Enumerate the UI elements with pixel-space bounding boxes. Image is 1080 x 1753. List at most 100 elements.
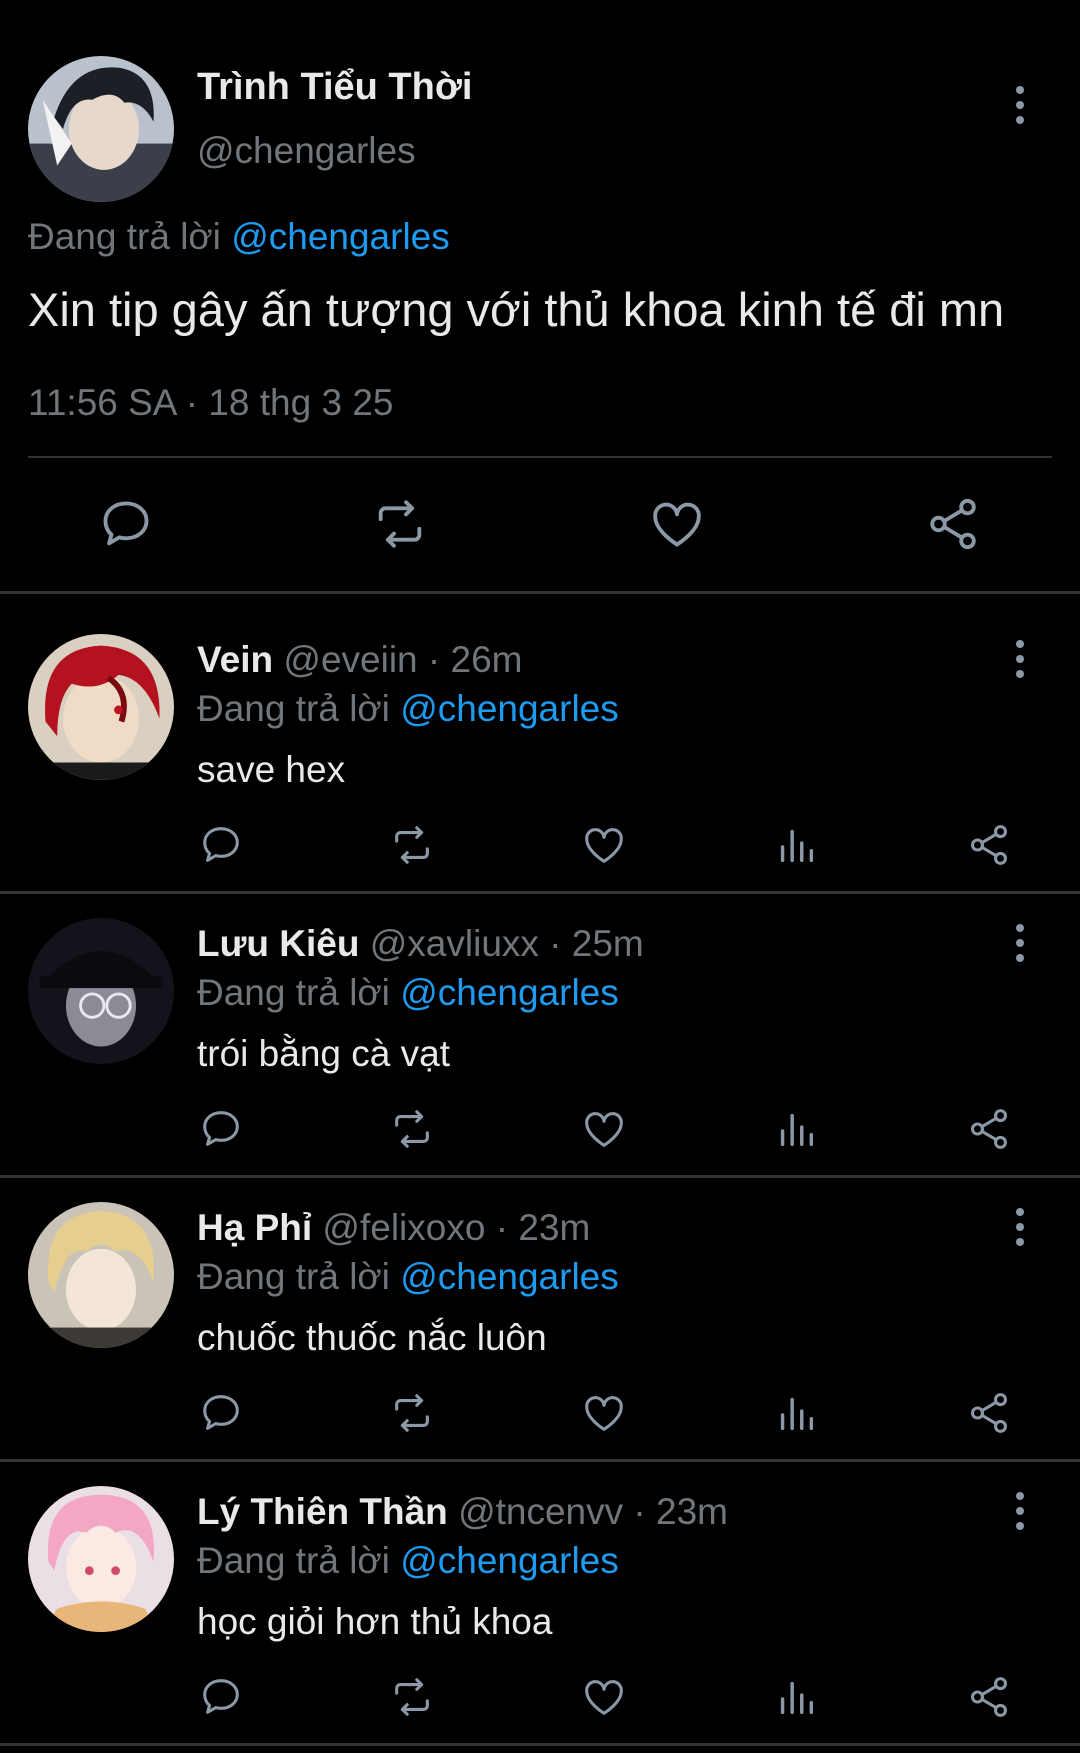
divider (0, 1743, 1080, 1746)
main-tweet: Trình Tiểu Thời @chengarles Đang trả lời… (0, 0, 1080, 590)
like-button[interactable] (581, 1390, 627, 1436)
reply-icon (203, 1395, 239, 1430)
more-options-icon[interactable] (1000, 80, 1040, 130)
reply-header: Lý Thiên Thần @tncenvv · 23m (197, 1491, 728, 1533)
views-button[interactable] (773, 1106, 819, 1152)
retweet-icon (395, 826, 429, 864)
views-button[interactable] (773, 822, 819, 868)
share-icon (970, 1677, 1008, 1717)
retweet-button[interactable] (389, 1106, 435, 1152)
reply-button[interactable] (97, 495, 155, 553)
replying-to-link[interactable]: @chengarles (400, 1540, 619, 1581)
replying-to-link[interactable]: @chengarles (400, 972, 619, 1013)
reply-button[interactable] (198, 1390, 244, 1436)
share-icon (970, 1109, 1008, 1149)
reply-tweet[interactable]: Lưu Kiêu @xavliuxx · 25m Đang trả lời @c… (0, 878, 1080, 1162)
retweet-button[interactable] (389, 1674, 435, 1720)
reply-text: save hex (197, 749, 346, 790)
reply-icon (103, 501, 149, 546)
retweet-button[interactable] (371, 495, 429, 553)
handle[interactable]: @tncenvv (458, 1491, 623, 1532)
retweet-button[interactable] (389, 1390, 435, 1436)
reply-text: học giỏi hơn thủ khoa (197, 1601, 553, 1642)
replying-to-link[interactable]: @chengarles (231, 216, 450, 257)
more-options-icon[interactable] (1000, 634, 1040, 684)
like-button[interactable] (581, 1674, 627, 1720)
tweet-text: Xin tip gây ấn tượng với thủ khoa kinh t… (28, 283, 1005, 336)
share-button[interactable] (924, 495, 982, 553)
views-icon (780, 1397, 814, 1431)
views-button[interactable] (773, 1674, 819, 1720)
replying-to-link[interactable]: @chengarles (400, 688, 619, 729)
views-icon (780, 1681, 814, 1715)
share-icon (970, 1393, 1008, 1433)
reply-text: trói bằng cà vạt (197, 1033, 450, 1074)
handle[interactable]: @chengarles (197, 130, 416, 172)
views-button[interactable] (773, 1390, 819, 1436)
reply-time[interactable]: · 26m (428, 639, 523, 680)
replying-to-link[interactable]: @chengarles (400, 1256, 619, 1297)
avatar[interactable] (28, 634, 174, 780)
like-icon (585, 1396, 623, 1431)
avatar[interactable] (28, 918, 174, 1064)
like-icon (585, 1112, 623, 1147)
display-name[interactable]: Lý Thiên Thần (197, 1491, 448, 1532)
reply-icon (203, 1111, 239, 1146)
reply-icon (203, 827, 239, 862)
replying-prefix: Đang trả lời (197, 1256, 390, 1297)
reply-button[interactable] (198, 1674, 244, 1720)
like-button[interactable] (581, 822, 627, 868)
reply-icon (203, 1679, 239, 1714)
reply-time[interactable]: · 25m (549, 923, 644, 964)
reply-tweet[interactable]: Vein @eveiin · 26m Đang trả lời @chengar… (0, 594, 1080, 878)
reply-header: Lưu Kiêu @xavliuxx · 25m (197, 923, 644, 965)
reply-button[interactable] (198, 822, 244, 868)
handle[interactable]: @felixoxo (322, 1207, 485, 1248)
views-icon (780, 1113, 814, 1147)
share-icon (930, 498, 976, 550)
replying-to: Đang trả lời @chengarles (197, 972, 619, 1014)
retweet-icon (395, 1394, 429, 1432)
more-options-icon[interactable] (1000, 1202, 1040, 1252)
share-button[interactable] (966, 1106, 1012, 1152)
reply-header: Vein @eveiin · 26m (197, 639, 522, 681)
avatar[interactable] (28, 1486, 174, 1632)
retweet-icon (395, 1110, 429, 1148)
display-name[interactable]: Vein (197, 639, 273, 680)
replying-prefix: Đang trả lời (28, 216, 221, 257)
retweet-icon (378, 500, 422, 548)
reply-text: chuốc thuốc nắc luôn (197, 1317, 547, 1358)
replying-prefix: Đang trả lời (197, 688, 390, 729)
handle[interactable]: @eveiin (283, 639, 417, 680)
share-button[interactable] (966, 1674, 1012, 1720)
more-options-icon[interactable] (1000, 918, 1040, 968)
like-icon (585, 828, 623, 863)
display-name[interactable]: Hạ Phỉ (197, 1207, 312, 1248)
tweet-timestamp[interactable]: 11:56 SA · 18 thg 3 25 (28, 382, 393, 424)
share-icon (970, 825, 1008, 865)
replying-to: Đang trả lời @chengarles (197, 688, 619, 730)
reply-time[interactable]: · 23m (633, 1491, 728, 1532)
share-button[interactable] (966, 822, 1012, 868)
display-name[interactable]: Lưu Kiêu (197, 923, 359, 964)
like-button[interactable] (648, 495, 706, 553)
replying-to: Đang trả lời @chengarles (197, 1540, 619, 1582)
display-name[interactable]: Trình Tiểu Thời (197, 66, 472, 109)
divider (28, 456, 1052, 458)
like-icon (585, 1680, 623, 1715)
reply-button[interactable] (198, 1106, 244, 1152)
replying-to: Đang trả lời @chengarles (28, 216, 450, 258)
retweet-button[interactable] (389, 822, 435, 868)
replying-prefix: Đang trả lời (197, 972, 390, 1013)
more-options-icon[interactable] (1000, 1486, 1040, 1536)
share-button[interactable] (966, 1390, 1012, 1436)
reply-time[interactable]: · 23m (496, 1207, 591, 1248)
avatar[interactable] (28, 56, 174, 202)
handle[interactable]: @xavliuxx (370, 923, 539, 964)
avatar[interactable] (28, 1202, 174, 1348)
reply-tweet[interactable]: Hạ Phỉ @felixoxo · 23m Đang trả lời @che… (0, 1162, 1080, 1446)
like-button[interactable] (581, 1106, 627, 1152)
reply-tweet[interactable]: Lý Thiên Thần @tncenvv · 23m Đang trả lờ… (0, 1446, 1080, 1730)
retweet-icon (395, 1678, 429, 1716)
replying-to: Đang trả lời @chengarles (197, 1256, 619, 1298)
